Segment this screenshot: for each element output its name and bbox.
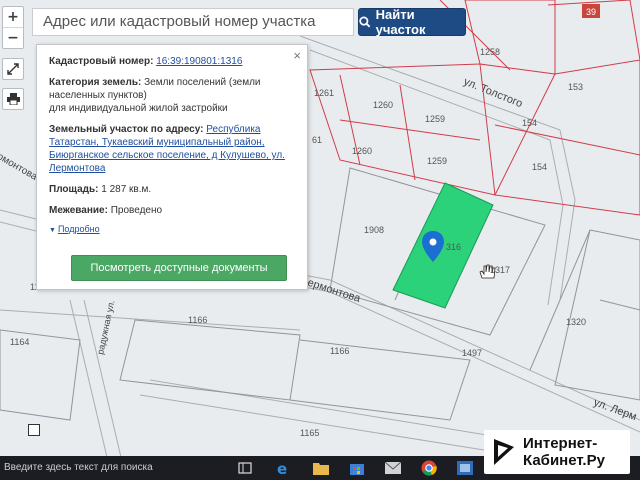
- parcel-label: 1165: [300, 428, 319, 438]
- search-placeholder: Адрес или кадастровый номер участка: [43, 13, 316, 30]
- watermark-line2: Кабинет.Ру: [523, 452, 605, 469]
- store-icon[interactable]: [348, 459, 366, 477]
- triangle-down-icon: ▼: [49, 227, 56, 234]
- parcel-label: 1497: [462, 348, 482, 358]
- chrome-browser-icon[interactable]: [420, 459, 438, 477]
- app-icon[interactable]: [456, 459, 474, 477]
- find-parcel-button[interactable]: Найти участок: [358, 7, 466, 37]
- parcel-label: 1260: [373, 100, 393, 110]
- parcel-label: 154: [522, 118, 537, 128]
- area-label: Площадь:: [49, 184, 99, 195]
- close-icon[interactable]: ×: [293, 49, 301, 62]
- taskbar-search-input[interactable]: Введите здесь текст для поиска: [0, 456, 228, 480]
- address-label: Земельный участок по адресу:: [49, 124, 204, 135]
- zoom-in-button[interactable]: +: [3, 7, 23, 28]
- parcel-label: 1164: [10, 337, 29, 347]
- parcel-label: 1259: [427, 156, 447, 166]
- parcel-info-popup: × Кадастровый номер: 16:39:190801:1316 К…: [36, 44, 308, 290]
- corner-badge: 39: [586, 7, 596, 17]
- parcel-label: 1261: [314, 88, 334, 98]
- parcel-label: 1908: [364, 225, 384, 235]
- parcel-label: 1320: [566, 317, 586, 327]
- search-icon: [359, 16, 371, 28]
- parcel-label: 154: [532, 162, 547, 172]
- search-input[interactable]: Адрес или кадастровый номер участка: [32, 8, 354, 36]
- expand-icon: [7, 63, 19, 75]
- survey-label: Межевание:: [49, 205, 108, 216]
- map-checkbox[interactable]: [28, 424, 40, 436]
- fullscreen-button[interactable]: [2, 58, 24, 80]
- watermark-line1: Интернет-: [523, 435, 598, 452]
- mail-icon[interactable]: [384, 459, 402, 477]
- details-toggle[interactable]: ▼ Подробно: [49, 223, 295, 237]
- parcel-label: 61: [312, 135, 322, 145]
- parcel-label: 1166: [188, 315, 207, 325]
- parcel-label: 153: [568, 82, 583, 92]
- view-documents-button[interactable]: Посмотреть доступные документы: [71, 255, 287, 281]
- cadastral-number-label: Кадастровый номер:: [49, 56, 154, 67]
- edge-browser-icon[interactable]: e: [274, 459, 292, 477]
- parcel-label: 1166: [330, 346, 349, 356]
- details-label: Подробно: [57, 224, 100, 234]
- svg-text:e: e: [277, 460, 287, 476]
- parcel-label: 1260: [352, 146, 372, 156]
- printer-icon: [6, 93, 20, 105]
- land-usage-value: для индивидуальной жилой застройки: [49, 103, 228, 114]
- task-view-icon[interactable]: [236, 459, 254, 477]
- area-value: 1 287 кв.м.: [101, 184, 152, 195]
- zoom-out-button[interactable]: −: [3, 28, 23, 48]
- watermark-logo-icon: [494, 439, 514, 465]
- parcel-label: 1258: [480, 47, 500, 57]
- survey-value: Проведено: [110, 205, 163, 216]
- watermark-logo: Интернет- Кабинет.Ру: [484, 430, 630, 474]
- parcel-label: 1259: [425, 114, 445, 124]
- cadastral-number-link[interactable]: 16:39:190801:1316: [156, 56, 242, 67]
- print-button[interactable]: [2, 88, 24, 110]
- zoom-control: + −: [2, 6, 24, 49]
- parcel-label: 1317: [490, 265, 510, 275]
- file-explorer-icon[interactable]: [312, 459, 330, 477]
- find-parcel-label: Найти участок: [375, 7, 426, 37]
- parcel-label: 316: [446, 242, 461, 252]
- land-category-label: Категория земель:: [49, 77, 142, 88]
